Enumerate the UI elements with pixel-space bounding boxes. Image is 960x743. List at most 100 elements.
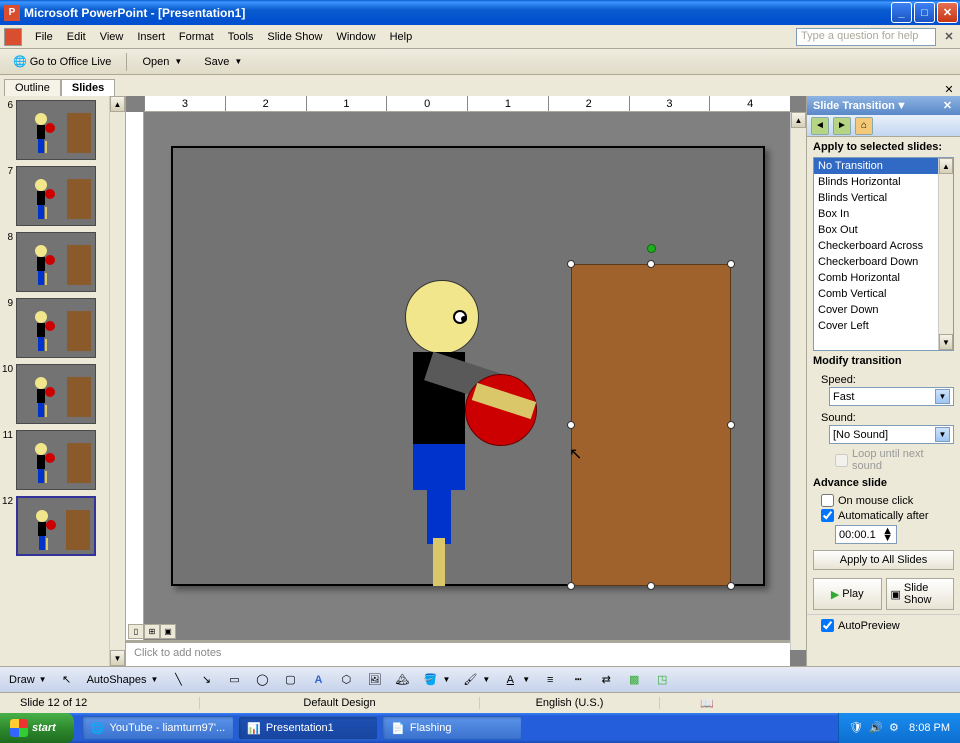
scroll-up-button[interactable]: ▲: [110, 96, 125, 112]
slideshow-button[interactable]: ▣ Slide Show: [886, 578, 955, 610]
nav-back-button[interactable]: ◄: [811, 117, 829, 135]
thumbnails-scrollbar[interactable]: ▲ ▼: [109, 96, 125, 666]
slide-thumbnail[interactable]: 6: [2, 100, 123, 160]
selection-handle[interactable]: [727, 421, 735, 429]
textbox-tool-button[interactable]: ▢: [277, 669, 303, 691]
slide-thumbnail[interactable]: 10: [2, 364, 123, 424]
line-tool-button[interactable]: ╲: [165, 669, 191, 691]
selection-handle[interactable]: [727, 582, 735, 590]
rotation-handle[interactable]: [647, 244, 656, 253]
menu-help[interactable]: Help: [383, 29, 420, 45]
selection-handle[interactable]: [567, 582, 575, 590]
close-button[interactable]: ✕: [937, 2, 958, 23]
sound-combobox[interactable]: [No Sound] ▼: [829, 425, 954, 444]
slide-thumbnail[interactable]: 12: [2, 496, 123, 556]
slide-thumbnail[interactable]: 7: [2, 166, 123, 226]
transition-list-item[interactable]: Comb Vertical: [814, 286, 953, 302]
selection-handle[interactable]: [567, 260, 575, 268]
menu-window[interactable]: Window: [329, 29, 382, 45]
normal-view-button[interactable]: ▯: [128, 624, 144, 639]
transition-list-item[interactable]: Box Out: [814, 222, 953, 238]
oval-tool-button[interactable]: ◯: [249, 669, 275, 691]
sorter-view-button[interactable]: ⊞: [144, 624, 160, 639]
taskpane-close-button[interactable]: ✕: [941, 99, 954, 112]
control-menu-icon[interactable]: [4, 28, 22, 46]
slide-thumbnail[interactable]: 9: [2, 298, 123, 358]
taskpane-menu-button[interactable]: ▼: [895, 99, 908, 112]
figure-hips-shape[interactable]: [413, 444, 465, 490]
scroll-down-button[interactable]: ▼: [939, 334, 953, 350]
tray-icon[interactable]: 🛡: [849, 721, 863, 735]
minimize-button[interactable]: _: [891, 2, 912, 23]
tray-icon[interactable]: ⚙: [889, 721, 903, 735]
3d-style-button[interactable]: ◳: [649, 669, 675, 691]
dash-style-button[interactable]: ┅: [565, 669, 591, 691]
transition-list-item[interactable]: Comb Horizontal: [814, 270, 953, 286]
transition-list-item[interactable]: Box In: [814, 206, 953, 222]
clock[interactable]: 8:08 PM: [909, 722, 950, 734]
transition-list-item[interactable]: Checkerboard Down: [814, 254, 953, 270]
figure-leg-shape[interactable]: [427, 490, 451, 544]
on-mouse-click-checkbox[interactable]: [821, 494, 834, 507]
autoshapes-menu-button[interactable]: AutoShapes▼: [82, 671, 164, 689]
scroll-up-button[interactable]: ▲: [791, 112, 806, 128]
tray-icon[interactable]: 🔊: [869, 721, 883, 735]
wordart-button[interactable]: A: [305, 669, 331, 691]
transition-list-item[interactable]: Cover Left: [814, 318, 953, 334]
menu-edit[interactable]: Edit: [60, 29, 93, 45]
menu-insert[interactable]: Insert: [130, 29, 172, 45]
clipart-button[interactable]: 🖼: [361, 669, 387, 691]
slide-thumbnail[interactable]: 8: [2, 232, 123, 292]
auto-advance-time-spinner[interactable]: 00:00.1 ▲▼: [835, 525, 897, 544]
slide-thumbnail[interactable]: 11: [2, 430, 123, 490]
automatically-after-checkbox[interactable]: [821, 509, 834, 522]
menu-file[interactable]: File: [28, 29, 60, 45]
notes-pane[interactable]: Click to add notes: [126, 640, 790, 666]
menu-slideshow[interactable]: Slide Show: [260, 29, 329, 45]
transition-list-item[interactable]: Checkerboard Across: [814, 238, 953, 254]
tab-outline[interactable]: Outline: [4, 79, 61, 96]
scroll-down-button[interactable]: ▼: [110, 650, 125, 666]
arrow-tool-button[interactable]: ↘: [193, 669, 219, 691]
slide-editor[interactable]: 32101234 ▲ ▯ ⊞ ▣: [126, 96, 806, 666]
transition-list-item[interactable]: Cover Down: [814, 302, 953, 318]
nav-forward-button[interactable]: ►: [833, 117, 851, 135]
help-search-input[interactable]: Type a question for help: [796, 28, 936, 46]
picture-button[interactable]: 🏔: [389, 669, 415, 691]
slide-canvas[interactable]: ↖: [171, 146, 765, 586]
select-objects-button[interactable]: ↖: [54, 669, 80, 691]
selection-handle[interactable]: [647, 260, 655, 268]
rectangle-tool-button[interactable]: ▭: [221, 669, 247, 691]
selection-handle[interactable]: [567, 421, 575, 429]
listbox-scrollbar[interactable]: ▲ ▼: [938, 158, 953, 350]
font-color-button[interactable]: A▼: [497, 669, 535, 691]
slideshow-view-button[interactable]: ▣: [160, 624, 176, 639]
go-to-office-live-button[interactable]: 🌐 Go to Office Live: [4, 52, 120, 71]
fill-color-button[interactable]: 🪣▼: [417, 669, 455, 691]
transition-list-item[interactable]: Blinds Horizontal: [814, 174, 953, 190]
autopreview-checkbox[interactable]: [821, 619, 834, 632]
save-button[interactable]: Save▼: [195, 53, 251, 71]
menu-format[interactable]: Format: [172, 29, 221, 45]
editor-vertical-scrollbar[interactable]: ▲: [790, 112, 806, 650]
scroll-up-button[interactable]: ▲: [939, 158, 953, 174]
menu-tools[interactable]: Tools: [221, 29, 261, 45]
door-shape[interactable]: [571, 264, 731, 586]
open-button[interactable]: Open▼: [133, 53, 191, 71]
transition-list-item[interactable]: No Transition: [814, 158, 953, 174]
shadow-style-button[interactable]: ▩: [621, 669, 647, 691]
status-spellcheck-icon[interactable]: 📖: [700, 697, 714, 710]
transition-list-item[interactable]: Blinds Vertical: [814, 190, 953, 206]
document-close-button[interactable]: ✕: [942, 30, 956, 44]
selection-handle[interactable]: [727, 260, 735, 268]
menu-view[interactable]: View: [93, 29, 131, 45]
draw-menu-button[interactable]: Draw▼: [4, 671, 52, 689]
line-style-button[interactable]: ≡: [537, 669, 563, 691]
transitions-listbox[interactable]: No TransitionBlinds HorizontalBlinds Ver…: [813, 157, 954, 351]
apply-to-all-button[interactable]: Apply to All Slides: [813, 550, 954, 570]
maximize-button[interactable]: □: [914, 2, 935, 23]
system-tray[interactable]: 🛡 🔊 ⚙ 8:08 PM: [838, 713, 960, 743]
start-button[interactable]: start: [0, 713, 74, 743]
selection-handle[interactable]: [647, 582, 655, 590]
tab-slides[interactable]: Slides: [61, 79, 115, 96]
